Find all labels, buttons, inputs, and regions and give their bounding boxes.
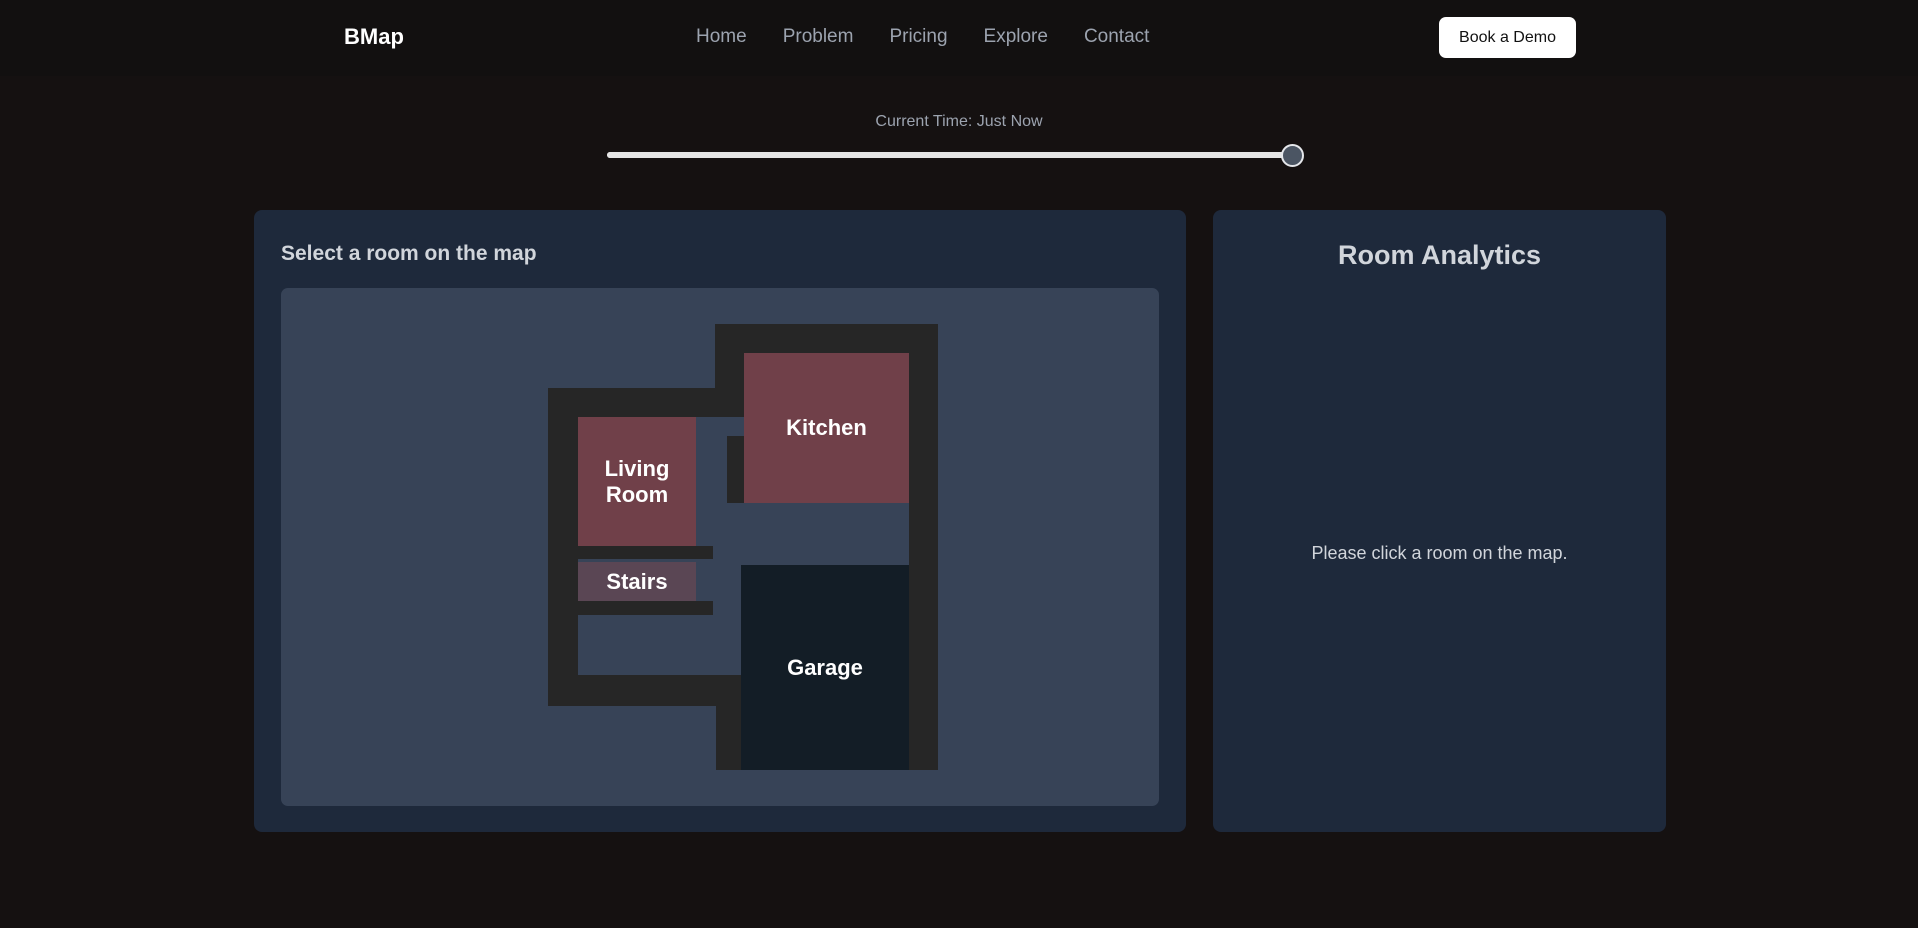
nav-link-home[interactable]: Home [696,26,747,48]
floor-plan-map: Living Room Kitchen Stairs Garage [281,288,1159,806]
room-garage-label: Garage [787,654,863,680]
room-analytics-title: Room Analytics [1337,240,1542,270]
room-kitchen-label: Kitchen [786,415,867,441]
room-kitchen[interactable]: Kitchen [744,353,909,503]
wall-right [909,324,938,770]
time-slider-fill [607,152,1302,158]
wall-kitchen-stub [727,436,744,503]
nav-link-contact[interactable]: Contact [1084,26,1149,48]
main-nav: Home Problem Pricing Explore Contact [696,26,1149,48]
current-time-label: Current Time: Just Now [875,113,1043,130]
nav-link-explore[interactable]: Explore [984,26,1048,48]
room-garage[interactable]: Garage [741,565,909,770]
time-slider-thumb[interactable] [1281,144,1304,167]
room-stairs[interactable]: Stairs [578,562,696,601]
room-living-room[interactable]: Living Room [578,417,696,546]
wall-living-top [548,388,738,417]
room-living-room-label: Living Room [605,456,670,507]
wall-kitchen-top [715,324,938,353]
wall-stairs-bottom [548,601,713,615]
room-analytics-empty-message: Please click a room on the map. [1311,543,1568,563]
wall-living-bottom [548,546,713,559]
wall-kitchen-left [715,324,744,417]
map-panel-title: Select a room on the map [281,242,537,265]
time-slider-track[interactable] [607,152,1302,158]
room-living-room-label-line2: Room [605,481,669,507]
book-demo-button[interactable]: Book a Demo [1439,17,1576,58]
nav-link-problem[interactable]: Problem [783,26,854,48]
nav-link-pricing[interactable]: Pricing [889,26,947,48]
brand-logo[interactable]: BMap [344,24,404,50]
room-stairs-label: Stairs [606,568,668,594]
map-panel: Select a room on the map Living Room Kitc… [254,210,1186,832]
top-navbar: BMap Home Problem Pricing Explore Contac… [0,0,1918,76]
room-analytics-panel: Room Analytics Please click a room on th… [1213,210,1666,832]
wall-garage-left [716,675,744,770]
room-living-room-label-line1: Living [604,456,670,482]
